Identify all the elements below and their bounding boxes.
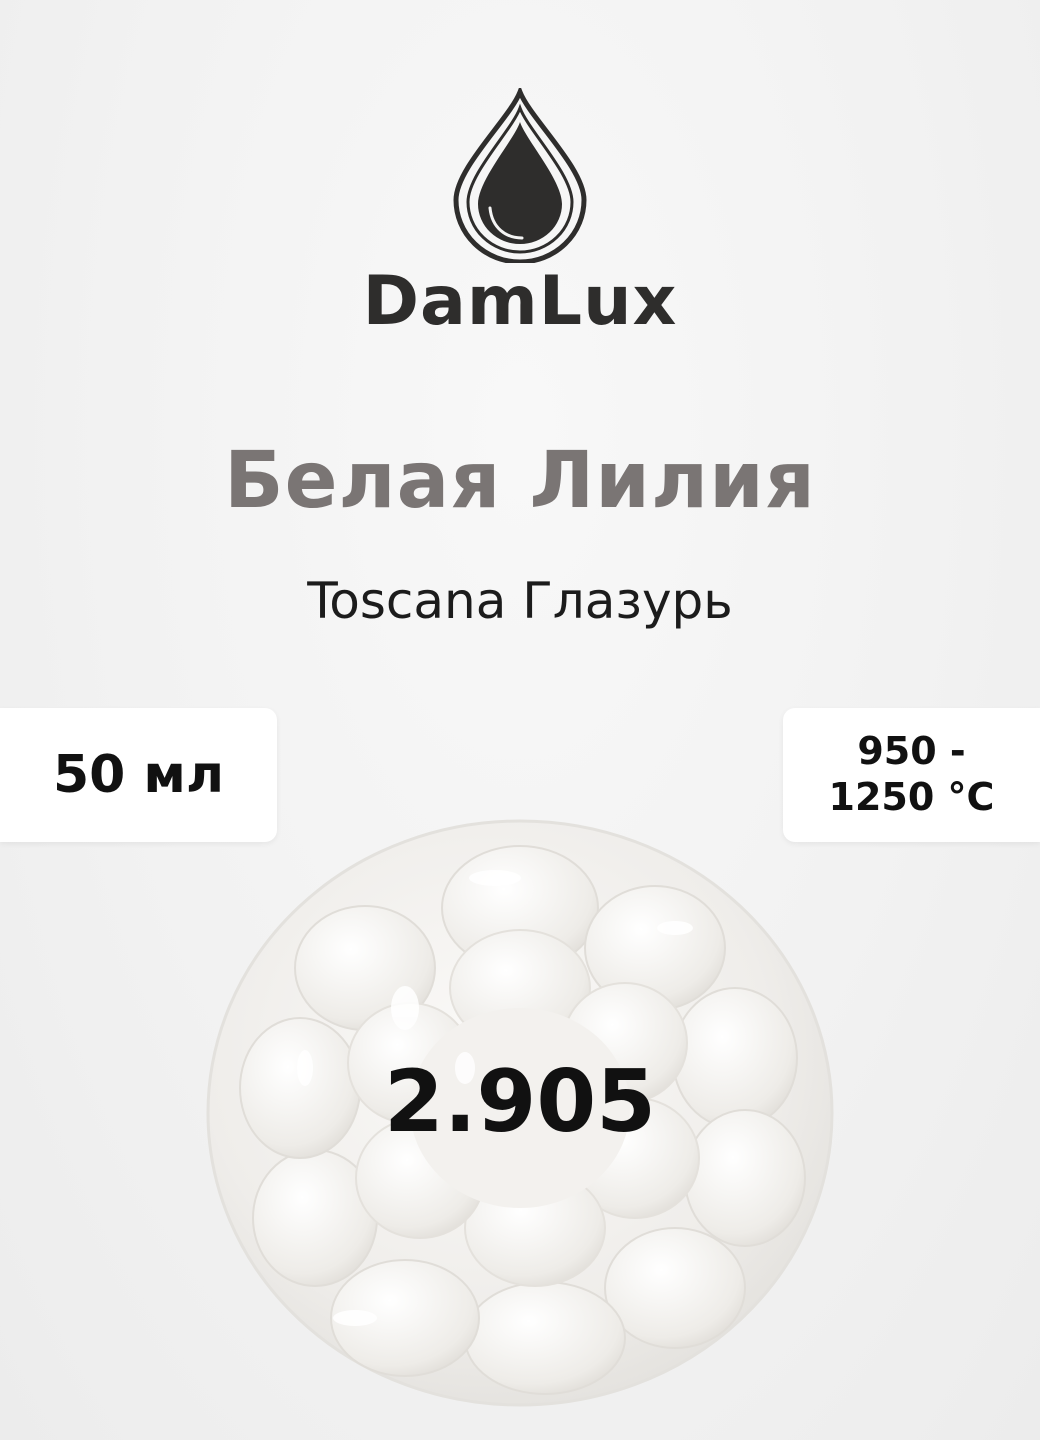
product-title: Белая Лилия (224, 436, 816, 526)
product-subtitle: Toscana Глазурь (307, 572, 733, 630)
temperature-range-end: 1250 °C (828, 775, 995, 819)
brand-name: DamLux (362, 262, 678, 341)
temperature-range-start: 950 - (857, 729, 966, 774)
drop-icon (453, 88, 587, 263)
product-code: 2.905 (383, 1052, 657, 1152)
volume-badge: 50 мл (0, 708, 277, 842)
temperature-badge: 950 - 1250 °C (783, 708, 1040, 842)
